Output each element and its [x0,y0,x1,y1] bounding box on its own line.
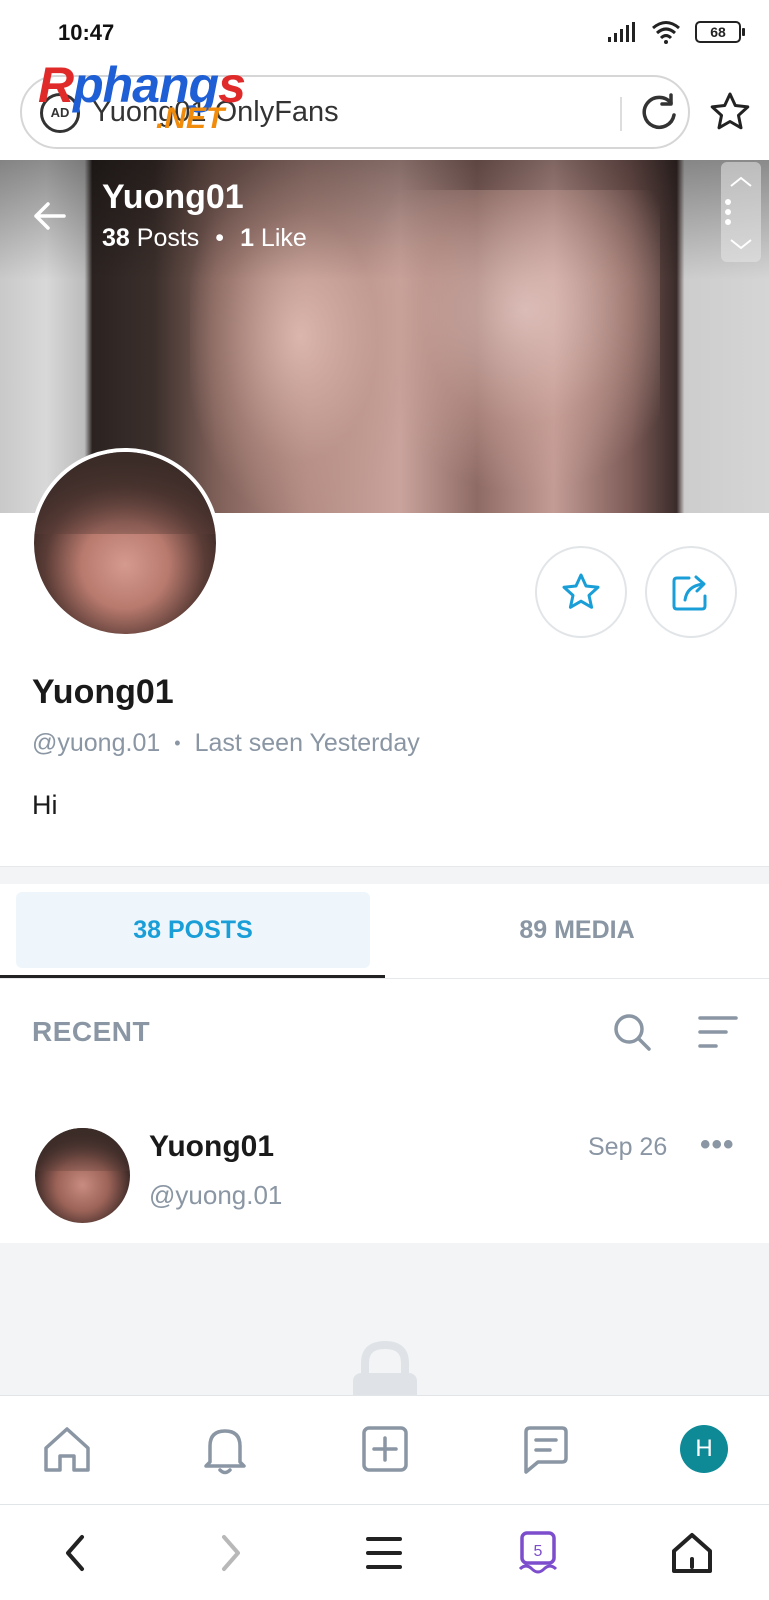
search-icon[interactable] [612,1012,652,1052]
profile-meta: @yuong.01 • Last seen Yesterday [32,729,420,757]
cover-profile-name: Yuong01 [102,178,244,216]
nav-profile-avatar[interactable]: H [680,1425,728,1473]
chevron-left-icon [66,1535,84,1571]
profile-name: Yuong01 [32,673,174,711]
profile-bio: Hi [32,790,58,820]
post-avatar[interactable] [35,1128,130,1223]
share-icon [672,575,707,611]
locked-post-content[interactable] [0,1243,769,1395]
battery-icon: 68 [695,21,745,43]
chevron-right-icon [222,1535,240,1571]
browser-tabs-button[interactable]: 5 [514,1529,562,1577]
add-post-icon [362,1426,408,1472]
nav-notifications[interactable] [198,1422,252,1476]
profile-avatar[interactable] [30,448,220,638]
svg-text:5: 5 [534,1543,543,1560]
tab-media[interactable]: 89 MEDIA [400,892,754,968]
last-seen: Last seen Yesterday [194,729,420,757]
status-time: 10:47 [58,20,115,45]
browser-back-button[interactable] [52,1529,100,1577]
home-icon [44,1427,90,1472]
reload-icon[interactable] [637,91,681,135]
share-button[interactable] [645,546,737,638]
post-more-button[interactable]: ••• [700,1128,735,1162]
active-tab-indicator [0,975,385,978]
status-bar: 10:47 68 [0,0,769,66]
browser-bottom-nav: 5 [0,1505,769,1600]
menu-icon [366,1537,402,1569]
wifi-icon [652,21,680,44]
scroll-handle[interactable] [721,162,761,262]
bookmark-star-icon[interactable] [708,90,752,134]
signal-icon [608,22,635,42]
cover-stats: 38 Posts • 1 Like [102,224,307,252]
star-icon [562,573,600,609]
profile-tabs: 38 POSTS 89 MEDIA [0,884,769,979]
lock-icon [353,1340,417,1395]
post-author-name[interactable]: Yuong01 [149,1130,274,1164]
favorite-button[interactable] [535,546,627,638]
app-bottom-nav: H [0,1395,769,1505]
browser-home-button[interactable] [668,1529,716,1577]
url-text[interactable]: Yuong01 OnlyFans [92,96,339,129]
sort-icon[interactable] [698,1014,738,1050]
address-divider [620,97,622,131]
browser-menu-button[interactable] [360,1529,408,1577]
post-author-handle[interactable]: @yuong.01 [149,1180,282,1211]
tabs-icon: 5 [518,1531,558,1574]
status-icons: 68 [607,20,745,44]
back-arrow-icon[interactable] [30,196,70,236]
section-divider [0,866,769,884]
browser-home-icon [672,1533,712,1573]
messages-icon [524,1426,568,1474]
nav-home[interactable] [40,1422,94,1476]
ad-block-icon[interactable]: AD [40,93,80,133]
nav-messages[interactable] [518,1422,572,1476]
bell-icon [204,1429,246,1475]
nav-add-post[interactable] [358,1422,412,1476]
browser-forward-button[interactable] [206,1529,254,1577]
recent-label: RECENT [32,1016,151,1047]
address-bar[interactable]: AD Yuong01 OnlyFans [20,75,690,149]
tab-posts[interactable]: 38 POSTS [16,892,370,968]
post-date: Sep 26 [588,1133,668,1161]
profile-handle: @yuong.01 [32,729,161,757]
